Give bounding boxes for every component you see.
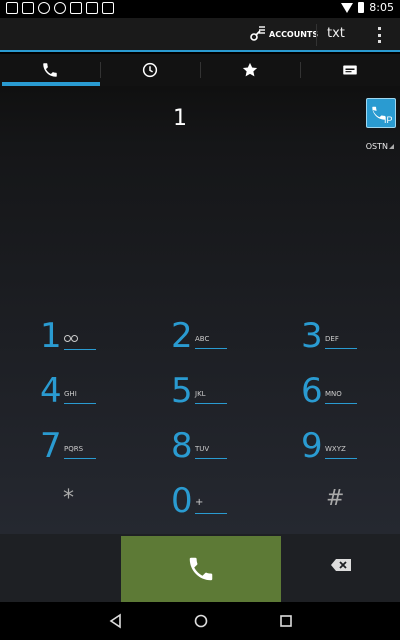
notification-app-icon [38,2,50,14]
star-icon [242,62,258,77]
navigation-bar [0,602,400,640]
notification-app-icon [22,2,34,14]
key-digit: 7 [40,426,62,466]
ip-label: IP [384,115,393,125]
key-letters: MNO [325,390,357,404]
key-star[interactable]: * [0,477,133,532]
clock-icon [142,62,158,78]
key-digit: 3 [301,316,323,356]
backspace-icon[interactable] [330,558,352,572]
accounts-label: ACCOUNTS [269,29,319,39]
key-list-icon [250,26,265,41]
key-0[interactable]: 0 + [133,477,266,532]
accounts-button[interactable]: ACCOUNTS [249,25,318,43]
battery-icon [358,2,365,13]
key-letters: + [195,497,227,514]
call-button[interactable] [121,536,281,602]
image-icon [102,2,114,14]
key-letters: GHI [64,390,96,404]
key-1[interactable]: 1 [0,312,133,367]
key-digit: 8 [171,426,193,466]
wifi-icon [341,2,354,13]
tab-contacts[interactable] [300,54,400,86]
divider [316,24,317,46]
keypad: 1 2 ABC 3 DEF 4 GHI 5 JKL 6 MNO 7 PQRS 8… [0,312,400,534]
dial-actions-row [0,534,400,602]
key-3[interactable]: 3 DEF [266,312,399,367]
tab-favorites[interactable] [200,54,300,86]
action-bar: ACCOUNTS txt [0,18,400,52]
contact-card-icon [343,65,357,75]
key-letters: TUV [195,445,227,459]
key-digit: # [326,486,345,511]
txt-button[interactable]: txt [327,26,345,41]
notification-app-icon [6,2,18,14]
android-icon [70,2,82,14]
key-7[interactable]: 7 PQRS [0,422,133,477]
key-pound[interactable]: # [266,477,399,532]
network-label[interactable]: OSTN [366,142,394,151]
key-digit: 1 [40,316,62,356]
back-icon[interactable] [108,613,124,629]
key-letters: DEF [325,335,357,349]
key-digit: 5 [171,371,193,411]
key-4[interactable]: 4 GHI [0,367,133,422]
key-letters: PQRS [64,445,96,459]
cloud-icon [54,2,66,14]
tab-call-log[interactable] [100,54,200,86]
key-letters: JKL [195,390,227,404]
overflow-menu-button[interactable] [376,27,382,43]
key-letters: ABC [195,335,227,349]
ip-call-button[interactable]: IP [366,98,396,128]
key-8[interactable]: 8 TUV [133,422,266,477]
phone-icon [43,63,57,77]
key-digit: * [63,486,74,511]
status-time: 8:05 [369,1,394,14]
key-digit: 0 [171,481,193,521]
tab-bar [0,54,400,86]
key-digit: 2 [171,316,193,356]
key-letters: WXYZ [325,445,357,459]
voicemail-icon [64,335,96,350]
phone-icon [189,557,213,581]
key-digit: 6 [301,371,323,411]
dialpad-area: 1 IP OSTN 1 2 ABC 3 DEF 4 GHI 5 JKL 6 MN… [0,86,400,534]
recents-icon[interactable] [278,613,294,629]
dialed-number-display[interactable]: 1 [0,106,360,131]
key-9[interactable]: 9 WXYZ [266,422,399,477]
key-digit: 9 [301,426,323,466]
notification-icons [6,2,114,14]
key-5[interactable]: 5 JKL [133,367,266,422]
tab-dialpad[interactable] [0,54,100,86]
shopping-bag-icon [86,2,98,14]
key-2[interactable]: 2 ABC [133,312,266,367]
home-icon[interactable] [193,613,209,629]
key-6[interactable]: 6 MNO [266,367,399,422]
key-digit: 4 [40,371,62,411]
ip-phone-icon: IP [372,106,393,125]
status-bar: 8:05 [0,0,400,18]
